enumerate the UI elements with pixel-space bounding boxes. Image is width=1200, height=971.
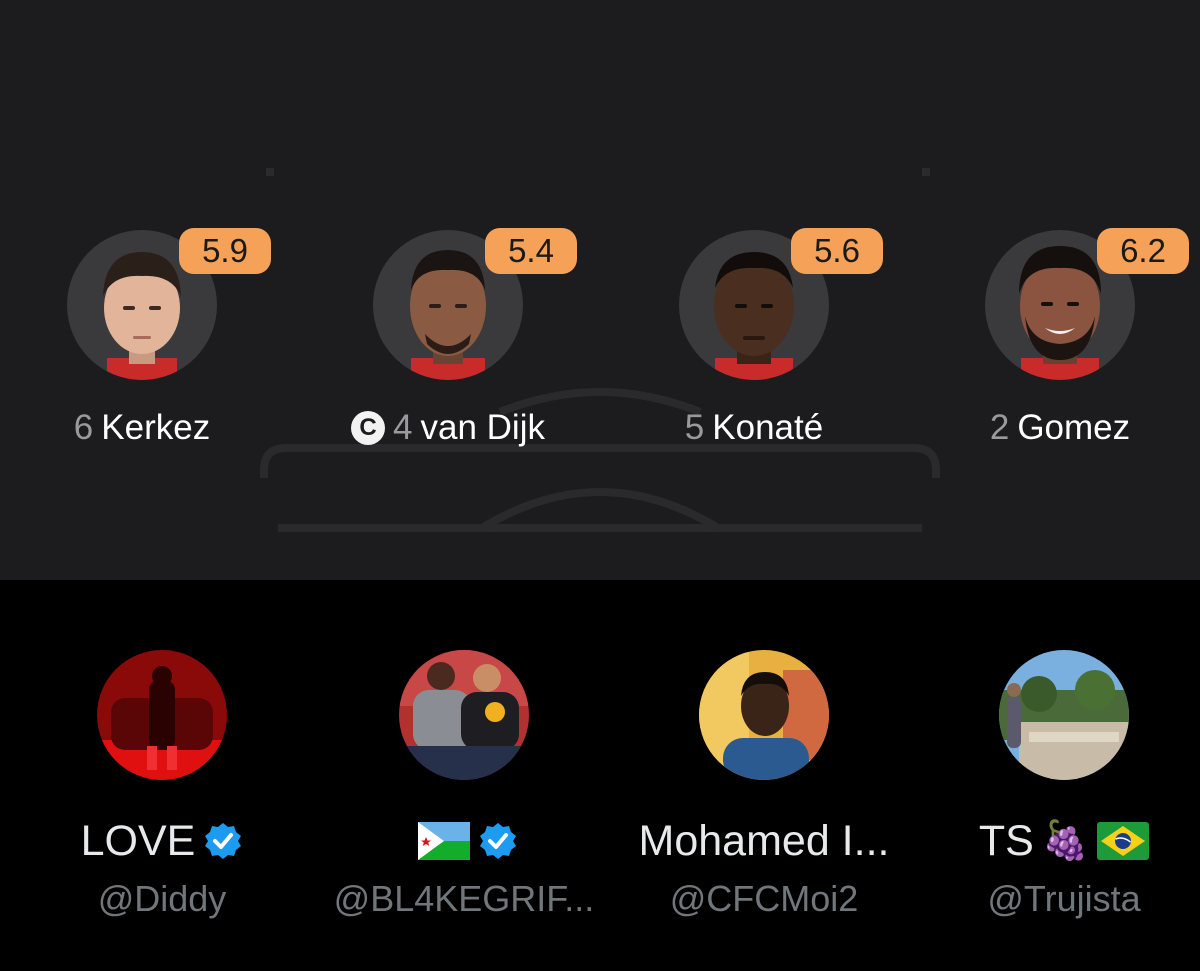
grapes-emoji: 🍇 [1041, 820, 1090, 862]
account-card-diddy[interactable]: LOVE @Diddy [12, 650, 312, 920]
account-avatar[interactable] [999, 650, 1129, 780]
rating-badge: 5.4 [485, 228, 577, 274]
player-number: 4 [393, 408, 413, 447]
account-display-name: TS 🍇 [978, 816, 1150, 866]
rating-badge: 6.2 [1097, 228, 1189, 274]
account-name-text: LOVE [80, 816, 196, 865]
account-handle: @Trujista [987, 878, 1141, 919]
account-card-trujista[interactable]: TS 🍇 @Trujista [914, 650, 1200, 920]
rating-badge: 5.6 [791, 228, 883, 274]
player-name: van Dijk [420, 408, 545, 447]
account-display-name [410, 816, 518, 866]
lineup-panel: 5.9 6 Kerkez 5.4 C 4 van Dijk 5.6 5 Kona… [0, 0, 1200, 580]
account-avatar[interactable] [699, 650, 829, 780]
captain-icon: C [351, 411, 386, 445]
account-handle: @CFCMoi2 [669, 878, 859, 919]
account-avatar[interactable] [399, 650, 529, 780]
account-display-name: Mohamed I... [639, 816, 890, 866]
player-number: 2 [989, 408, 1010, 447]
verified-badge-icon [205, 823, 242, 859]
rating-badge: 5.9 [179, 228, 271, 274]
account-name-text: Mohamed I... [638, 816, 890, 865]
account-display-name: LOVE [81, 816, 244, 866]
account-avatar[interactable] [97, 650, 227, 780]
player-card-van-dijk[interactable]: 5.4 C 4 van Dijk [328, 228, 577, 448]
account-name-text: TS [978, 816, 1034, 865]
player-number: 6 [73, 408, 94, 447]
accounts-panel: LOVE @Diddy @BL4KEGRIF... Mohamed I... @… [0, 580, 1200, 971]
player-label: 5 Konaté [685, 408, 823, 448]
player-name: Konaté [712, 408, 824, 447]
player-card-konate[interactable]: 5.6 5 Konaté [634, 228, 883, 448]
player-name: Kerkez [101, 408, 211, 447]
account-handle: @Diddy [97, 878, 227, 919]
verified-badge-icon [480, 823, 516, 859]
player-label: C 4 van Dijk [351, 408, 545, 448]
account-card-cfcmoi2[interactable]: Mohamed I... @CFCMoi2 [614, 650, 914, 920]
account-card-bl4kegrif[interactable]: @BL4KEGRIF... [314, 650, 614, 920]
player-card-gomez[interactable]: 6.2 2 Gomez [940, 228, 1189, 448]
account-handle: @BL4KEGRIF... [333, 878, 595, 919]
player-number: 5 [684, 408, 705, 447]
player-label: 2 Gomez [990, 408, 1130, 448]
player-card-kerkez[interactable]: 5.9 6 Kerkez [22, 228, 271, 448]
player-label: 6 Kerkez [74, 408, 210, 448]
djibouti-flag-icon [418, 822, 470, 860]
brazil-flag-icon [1097, 822, 1150, 860]
player-name: Gomez [1017, 408, 1131, 447]
